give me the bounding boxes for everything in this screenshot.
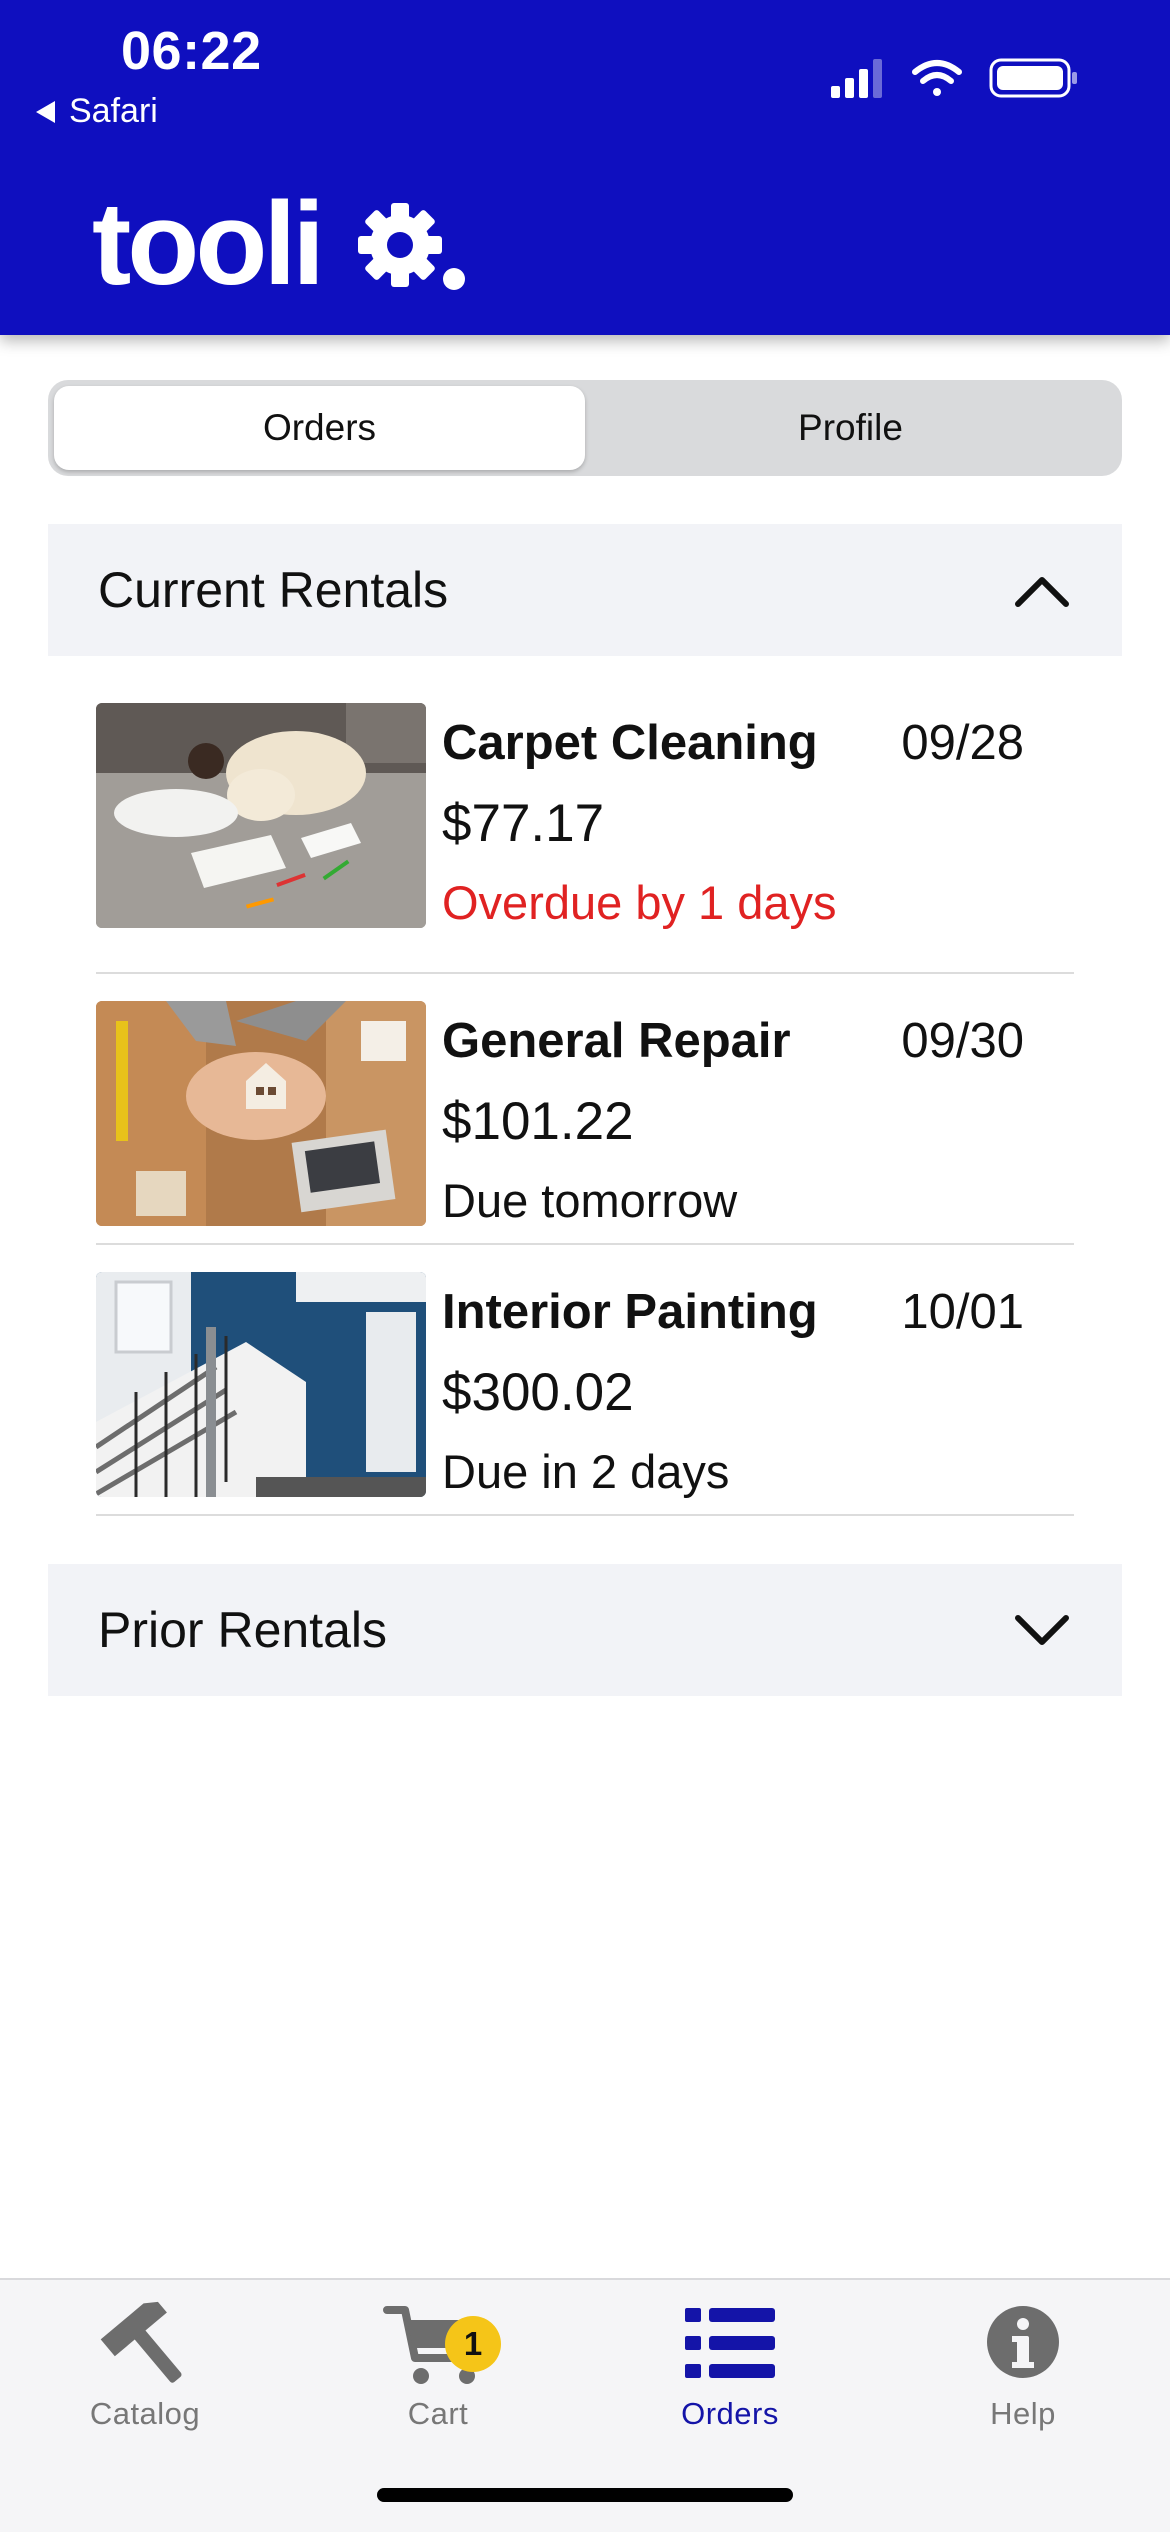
info-icon [987, 2306, 1059, 2378]
rental-title: Interior Painting [442, 1285, 818, 1339]
tab-cart[interactable]: 1 Cart [338, 2300, 538, 2440]
rental-date: 10/01 [901, 1285, 1024, 1339]
app-header: 06:22 Safari tooli [0, 0, 1170, 335]
tab-label: Cart [407, 2396, 469, 2431]
wifi-icon [912, 60, 962, 96]
tab-profile[interactable]: Profile [585, 386, 1116, 470]
back-arrow-icon [36, 100, 55, 123]
tab-label: Help [990, 2396, 1056, 2431]
rental-price: $300.02 [442, 1363, 634, 1422]
hammer-icon [100, 2301, 182, 2383]
rental-title: General Repair [442, 1014, 791, 1068]
gear-icon [358, 203, 442, 287]
rental-date: 09/28 [901, 716, 1024, 770]
signal-icon [831, 59, 882, 98]
prior-rentals-title: Prior Rentals [98, 1602, 387, 1658]
interior-painting-image [96, 1272, 426, 1497]
chevron-up-icon[interactable] [1012, 570, 1072, 610]
rental-date: 09/30 [901, 1014, 1024, 1068]
rental-item-interior-painting[interactable]: Interior Painting 10/01 $300.02 Due in 2… [96, 1245, 1074, 1516]
tab-label: Orders [681, 2396, 779, 2431]
prior-rentals-header[interactable]: Prior Rentals [48, 1564, 1122, 1696]
rental-item-carpet-cleaning[interactable]: Carpet Cleaning 09/28 $77.17 Overdue by … [96, 703, 1074, 974]
carpet-cleaning-image [96, 703, 426, 928]
tab-orders-nav[interactable]: Orders [630, 2300, 830, 2440]
orders-profile-segmented-control: Orders Profile [48, 380, 1122, 476]
chevron-down-icon[interactable] [1012, 1610, 1072, 1650]
home-indicator [377, 2488, 793, 2502]
tab-orders[interactable]: Orders [54, 386, 585, 470]
rental-item-general-repair[interactable]: General Repair 09/30 $101.22 Due tomorro… [96, 974, 1074, 1245]
tab-help[interactable]: Help [923, 2300, 1123, 2440]
tab-label: Catalog [89, 2396, 201, 2431]
rental-title: Carpet Cleaning [442, 716, 818, 770]
status-time: 06:22 [121, 21, 262, 81]
rental-price: $77.17 [442, 794, 605, 853]
list-icon [685, 2308, 775, 2378]
rental-price: $101.22 [442, 1092, 634, 1151]
general-repair-image [96, 1001, 426, 1226]
cart-count-badge: 1 [445, 2316, 501, 2372]
rental-status: Overdue by 1 days [442, 876, 837, 929]
current-rentals-header[interactable]: Current Rentals [48, 524, 1122, 656]
tab-catalog[interactable]: Catalog [45, 2300, 245, 2440]
rental-status: Due in 2 days [442, 1445, 730, 1498]
rental-status: Due tomorrow [442, 1174, 738, 1227]
battery-icon [989, 58, 1077, 98]
back-app-label: Safari [69, 92, 158, 130]
bottom-tab-bar: Catalog 1 Cart Orders Help [0, 2278, 1170, 2532]
back-to-safari-link[interactable]: Safari [36, 92, 158, 131]
current-rentals-title: Current Rentals [98, 562, 449, 618]
toolio-logo: tooli [92, 178, 465, 296]
current-rentals-list: Carpet Cleaning 09/28 $77.17 Overdue by … [96, 703, 1074, 1516]
svg-text:tooli: tooli [92, 178, 321, 296]
status-icons [831, 58, 1077, 98]
